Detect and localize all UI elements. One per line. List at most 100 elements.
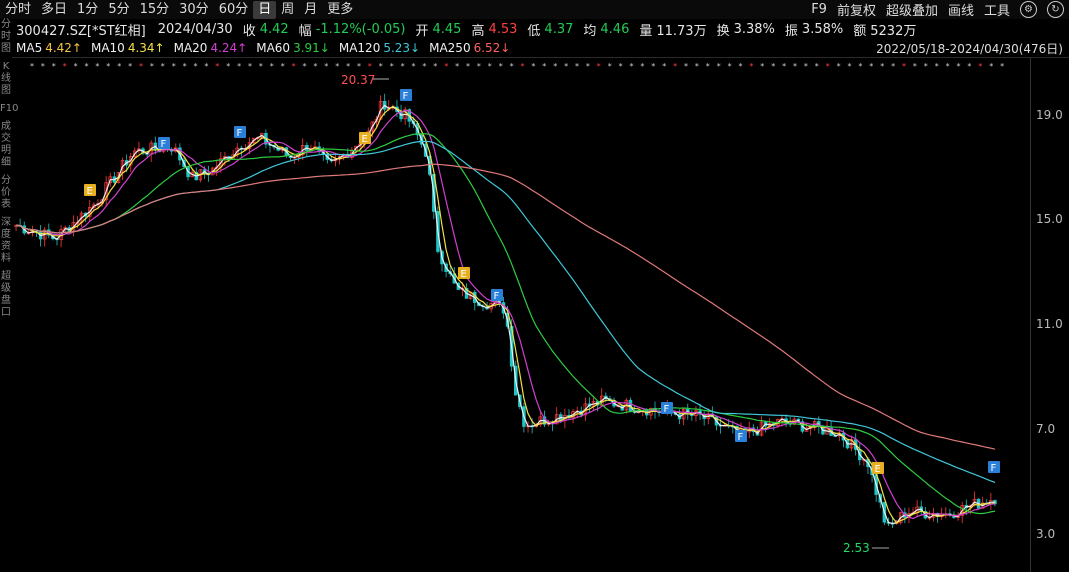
event-star-marker[interactable]: * — [553, 62, 557, 71]
event-star-marker[interactable]: * — [30, 62, 34, 71]
event-star-marker[interactable]: * — [662, 62, 666, 71]
event-star-marker[interactable]: * — [630, 62, 634, 71]
event-star-marker[interactable]: * — [891, 62, 895, 71]
event-star-marker[interactable]: * — [466, 62, 470, 71]
event-star-marker[interactable]: * — [619, 62, 623, 71]
finance-badge-icon[interactable]: F — [158, 137, 170, 150]
event-star-marker[interactable]: * — [728, 62, 732, 71]
event-star-marker[interactable]: * — [204, 62, 208, 71]
event-star-marker[interactable]: * — [226, 62, 230, 71]
event-badge-icon[interactable]: E — [458, 267, 470, 280]
finance-badge-icon[interactable]: F — [735, 430, 747, 443]
event-star-marker[interactable]: * — [760, 62, 764, 71]
event-star-marker[interactable]: * — [531, 62, 535, 71]
event-star-marker[interactable]: * — [651, 62, 655, 71]
event-star-marker[interactable]: * — [640, 62, 644, 71]
event-star-marker[interactable]: * — [292, 62, 296, 71]
event-star-marker[interactable]: * — [106, 62, 110, 71]
event-star-marker[interactable]: * — [815, 62, 819, 71]
event-star-marker[interactable]: * — [390, 62, 394, 71]
event-star-marker[interactable]: * — [717, 62, 721, 71]
event-star-marker[interactable]: * — [281, 62, 285, 71]
event-star-marker[interactable]: * — [183, 62, 187, 71]
event-star-marker[interactable]: * — [913, 62, 917, 71]
event-star-marker[interactable]: * — [924, 62, 928, 71]
event-star-marker[interactable]: * — [542, 62, 546, 71]
event-star-marker[interactable]: * — [902, 62, 906, 71]
event-badge-icon[interactable]: E — [872, 462, 884, 475]
finance-badge-icon[interactable]: F — [661, 402, 673, 415]
event-star-marker[interactable]: * — [259, 62, 263, 71]
event-star-marker[interactable]: * — [869, 62, 873, 71]
event-star-marker[interactable]: * — [608, 62, 612, 71]
event-star-marker[interactable]: * — [684, 62, 688, 71]
event-star-marker[interactable]: * — [313, 62, 317, 71]
event-star-marker[interactable]: * — [597, 62, 601, 71]
event-star-marker[interactable]: * — [150, 62, 154, 71]
event-star-marker[interactable]: * — [455, 62, 459, 71]
event-star-marker[interactable]: * — [324, 62, 328, 71]
event-star-marker[interactable]: * — [303, 62, 307, 71]
event-star-marker[interactable]: * — [74, 62, 78, 71]
event-star-marker[interactable]: * — [1000, 62, 1004, 71]
event-star-marker[interactable]: * — [139, 62, 143, 71]
event-star-marker[interactable]: * — [837, 62, 841, 71]
event-star-marker[interactable]: * — [880, 62, 884, 71]
event-star-marker[interactable]: * — [793, 62, 797, 71]
event-star-marker[interactable]: * — [412, 62, 416, 71]
event-star-marker[interactable]: * — [63, 62, 67, 71]
event-star-marker[interactable]: * — [95, 62, 99, 71]
event-star-marker[interactable]: * — [510, 62, 514, 71]
event-star-marker[interactable]: * — [444, 62, 448, 71]
event-star-marker[interactable]: * — [695, 62, 699, 71]
event-star-marker[interactable]: * — [935, 62, 939, 71]
event-star-marker[interactable]: * — [172, 62, 176, 71]
kline-chart[interactable]: * * * * * * * * * * * * * * * * * * * * * * * * * * * * * * * * * * * * * * * *… — [0, 0, 1069, 572]
event-star-marker[interactable]: * — [858, 62, 862, 71]
event-star-marker[interactable]: * — [586, 62, 590, 71]
event-star-marker[interactable]: * — [368, 62, 372, 71]
event-badge-icon[interactable]: E — [359, 132, 371, 145]
event-star-marker[interactable]: * — [848, 62, 852, 71]
event-badge-icon[interactable]: E — [84, 184, 96, 197]
event-star-marker[interactable]: * — [564, 62, 568, 71]
event-star-marker[interactable]: * — [706, 62, 710, 71]
event-star-marker[interactable]: * — [499, 62, 503, 71]
event-star-marker[interactable]: * — [270, 62, 274, 71]
event-star-marker[interactable]: * — [161, 62, 165, 71]
event-star-marker[interactable]: * — [488, 62, 492, 71]
finance-badge-icon[interactable]: F — [988, 461, 1000, 474]
event-star-marker[interactable]: * — [357, 62, 361, 71]
event-star-marker[interactable]: * — [85, 62, 89, 71]
event-star-marker[interactable]: * — [477, 62, 481, 71]
finance-badge-icon[interactable]: F — [491, 289, 503, 302]
event-star-marker[interactable]: * — [826, 62, 830, 71]
event-star-marker[interactable]: * — [739, 62, 743, 71]
event-star-marker[interactable]: * — [248, 62, 252, 71]
event-star-marker[interactable]: * — [771, 62, 775, 71]
finance-badge-icon[interactable]: F — [400, 89, 412, 102]
event-star-marker[interactable]: * — [346, 62, 350, 71]
finance-badge-icon[interactable]: F — [234, 126, 246, 139]
event-star-marker[interactable]: * — [782, 62, 786, 71]
event-star-marker[interactable]: * — [52, 62, 56, 71]
event-star-marker[interactable]: * — [804, 62, 808, 71]
event-star-marker[interactable]: * — [989, 62, 993, 71]
event-star-marker[interactable]: * — [946, 62, 950, 71]
event-star-marker[interactable]: * — [967, 62, 971, 71]
event-star-marker[interactable]: * — [117, 62, 121, 71]
event-star-marker[interactable]: * — [194, 62, 198, 71]
event-star-marker[interactable]: * — [379, 62, 383, 71]
event-star-marker[interactable]: * — [215, 62, 219, 71]
event-star-marker[interactable]: * — [521, 62, 525, 71]
event-star-marker[interactable]: * — [957, 62, 961, 71]
event-star-marker[interactable]: * — [128, 62, 132, 71]
event-star-marker[interactable]: * — [237, 62, 241, 71]
event-star-marker[interactable]: * — [575, 62, 579, 71]
event-star-marker[interactable]: * — [401, 62, 405, 71]
event-star-marker[interactable]: * — [673, 62, 677, 71]
event-star-marker[interactable]: * — [335, 62, 339, 71]
event-star-marker[interactable]: * — [422, 62, 426, 71]
event-star-marker[interactable]: * — [433, 62, 437, 71]
event-star-marker[interactable]: * — [978, 62, 982, 71]
